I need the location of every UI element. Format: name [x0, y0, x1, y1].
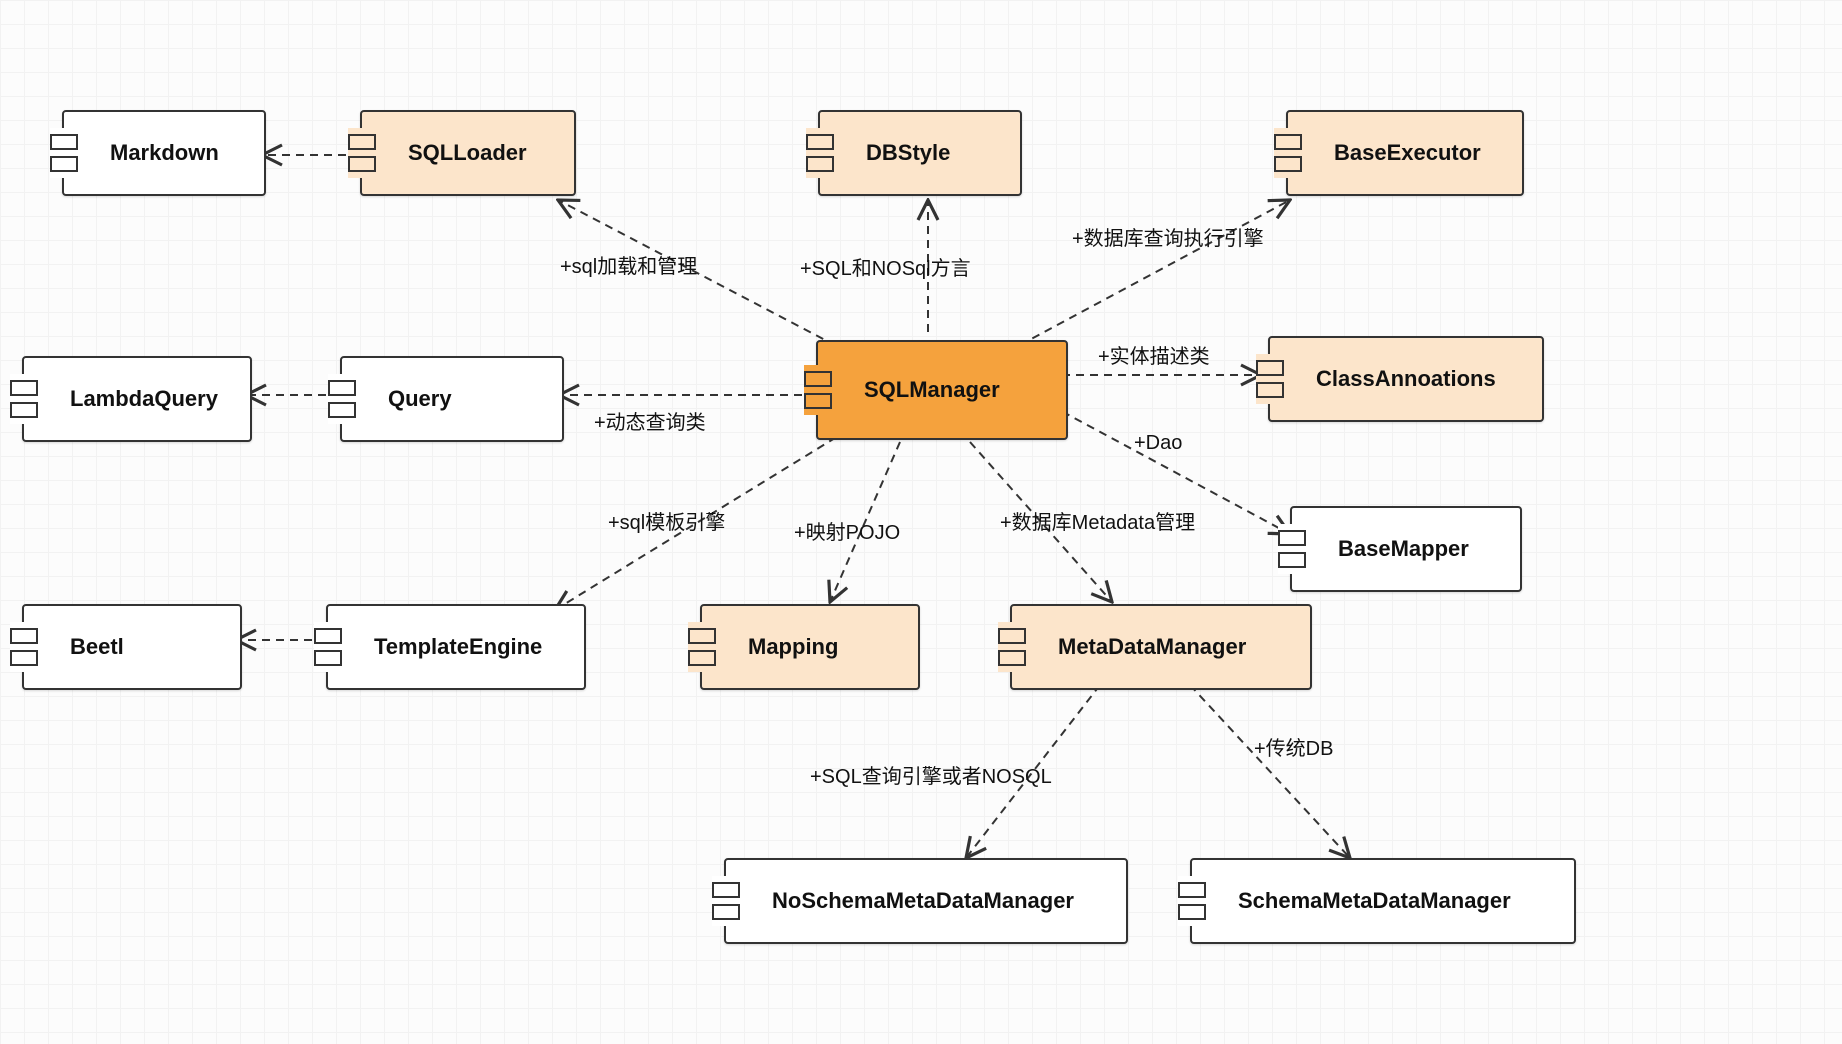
- node-label: Query: [388, 386, 552, 412]
- node-label: ClassAnnoations: [1316, 366, 1532, 392]
- edge-label-metamgmt: +数据库Metadata管理: [1000, 506, 1195, 535]
- component-metadatamanager: MetaDataManager: [1010, 604, 1312, 690]
- node-label: MetaDataManager: [1058, 634, 1300, 660]
- component-mapping: Mapping: [700, 604, 920, 690]
- edge-label-sqlload: +sql加载和管理: [560, 250, 697, 279]
- component-markdown: Markdown: [62, 110, 266, 196]
- node-label: DBStyle: [866, 140, 1010, 166]
- node-label: Mapping: [748, 634, 908, 660]
- component-beetl: Beetl: [22, 604, 242, 690]
- node-label: Markdown: [110, 140, 254, 166]
- component-schemametadatamanager: SchemaMetaDataManager: [1190, 858, 1576, 944]
- edge-label-dialect: +SQL和NOSql方言: [800, 252, 971, 281]
- component-sqlloader: SQLLoader: [360, 110, 576, 196]
- node-label: LambdaQuery: [70, 386, 240, 412]
- edge-label-dynquery: +动态查询类: [594, 406, 706, 435]
- node-label: BaseMapper: [1338, 536, 1510, 562]
- component-dbstyle: DBStyle: [818, 110, 1022, 196]
- node-label: TemplateEngine: [374, 634, 574, 660]
- node-label: Beetl: [70, 634, 230, 660]
- node-label: SQLLoader: [408, 140, 564, 166]
- node-label: SchemaMetaDataManager: [1238, 888, 1564, 914]
- component-lambdaquery: LambdaQuery: [22, 356, 252, 442]
- component-baseexecutor: BaseExecutor: [1286, 110, 1524, 196]
- component-templateengine: TemplateEngine: [326, 604, 586, 690]
- component-basemapper: BaseMapper: [1290, 506, 1522, 592]
- edge-label-dao: +Dao: [1134, 432, 1182, 455]
- edge-label-mappojo: +映射POJO: [794, 516, 900, 545]
- edge-label-tmpl: +sql模板引擎: [608, 506, 725, 535]
- diagram-canvas: Markdown SQLLoader DBStyle BaseExecutor …: [0, 0, 1842, 1044]
- edge-label-nosql: +SQL查询引擎或者NOSQL: [810, 760, 1052, 789]
- edge-label-execeng: +数据库查询执行引擎: [1072, 222, 1264, 251]
- edge-label-tradb: +传统DB: [1254, 732, 1333, 761]
- edge-label-entity: +实体描述类: [1098, 340, 1210, 369]
- component-noschemametadatamanager: NoSchemaMetaDataManager: [724, 858, 1128, 944]
- node-label: BaseExecutor: [1334, 140, 1512, 166]
- component-sqlmanager: SQLManager: [816, 340, 1068, 440]
- component-query: Query: [340, 356, 564, 442]
- node-label: SQLManager: [864, 377, 1056, 403]
- component-classannotations: ClassAnnoations: [1268, 336, 1544, 422]
- node-label: NoSchemaMetaDataManager: [772, 888, 1116, 914]
